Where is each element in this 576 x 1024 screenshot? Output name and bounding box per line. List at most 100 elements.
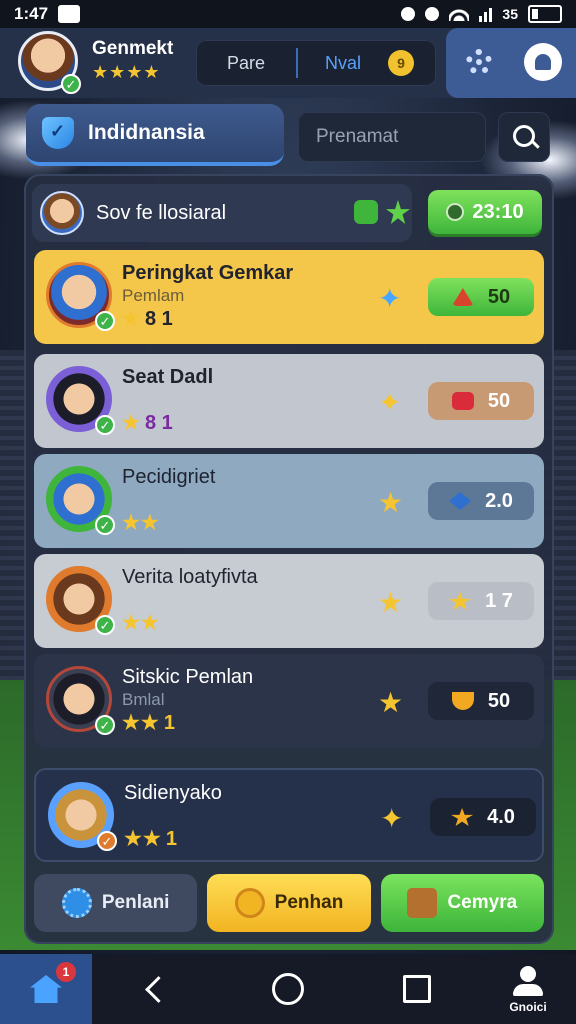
shield-icon <box>42 117 74 149</box>
recents-button[interactable] <box>382 954 452 1024</box>
list-item[interactable]: ✓ Sitskic Pemlan Bmlal ★★ 1 ★ 50 <box>34 654 544 748</box>
list-item[interactable]: ✓ Sidienyako ★★ 1 ✦ 4.0 <box>34 768 544 862</box>
score-value: 50 <box>487 689 511 712</box>
score-badge[interactable]: 50 <box>428 382 534 420</box>
score-value: 4.0 <box>487 805 515 828</box>
coin-icon[interactable]: 9 <box>388 50 414 76</box>
search-input[interactable] <box>314 125 488 149</box>
rank-icon <box>451 288 474 306</box>
favorite-icon[interactable]: ✦ <box>378 386 401 419</box>
favorite-icon[interactable]: ✦ <box>380 802 403 835</box>
user-stars: ★★★★ <box>92 62 161 82</box>
favorite-icon[interactable]: ★ <box>378 686 403 719</box>
timer-badge[interactable]: 23:10 <box>428 190 542 234</box>
home-circle-icon <box>272 973 304 1005</box>
penlani-button[interactable]: Penlani <box>34 874 198 932</box>
button-label: Penhan <box>274 892 344 913</box>
avatar: ✓ <box>46 666 115 735</box>
player-name: Seat Dadl <box>122 366 214 388</box>
avatar: ✓ <box>46 566 115 635</box>
status-time: 1:47 <box>14 4 49 23</box>
score-value: 1 7 <box>485 589 513 612</box>
score-badge[interactable]: 1 7 <box>428 582 534 620</box>
search-field[interactable] <box>298 112 488 162</box>
home-button[interactable] <box>253 954 323 1024</box>
wifi-icon <box>449 7 470 21</box>
list-item[interactable]: ✓ Seat Dadl ★ 8 1 ✦ 50 <box>34 354 544 448</box>
vpn-icon <box>401 7 416 21</box>
cemyra-button[interactable]: Cemyra <box>380 874 544 932</box>
avatar: ✓ <box>46 262 115 331</box>
profile-button[interactable] <box>524 43 562 81</box>
username: Genmekt <box>92 38 174 59</box>
settings-button[interactable] <box>461 44 497 80</box>
region-label: Indidnansia <box>88 121 205 144</box>
segment-pare[interactable]: Pare <box>196 53 296 74</box>
rating-stars: ★★ <box>124 828 162 850</box>
penhan-button[interactable]: Penhan <box>207 874 371 932</box>
account-label: Gnoici <box>509 1000 547 1014</box>
score-badge[interactable]: 50 <box>428 682 534 720</box>
player-name: Sidienyako <box>124 782 222 804</box>
avatar: ✓ <box>46 366 115 435</box>
player-rating: ★ 8 1 <box>122 410 173 435</box>
leaderboard-panel: Sov fe llosiaral 23:10 ✓ Peringkat Gemka… <box>24 174 554 944</box>
favorite-icon[interactable]: ★ <box>378 586 403 619</box>
rating-number: 1 <box>165 828 177 850</box>
player-name: Verita loatyfivta <box>122 566 258 588</box>
score-badge[interactable]: 2.0 <box>428 482 534 520</box>
bottom-actions: Penlani Penhan Cemyra <box>34 874 544 932</box>
user-avatar[interactable]: ✓ <box>18 31 81 94</box>
gift-icon <box>451 392 474 410</box>
mail-icon <box>58 5 81 23</box>
chest-icon <box>407 888 438 918</box>
rating-stars: ★ <box>122 412 141 434</box>
list-item[interactable]: ✓ Verita loatyfivta ★★ ★ 1 7 <box>34 554 544 648</box>
player-rating: ★ 8 1 <box>122 306 173 331</box>
account-tab[interactable]: Gnoici <box>496 960 560 1014</box>
search-button[interactable] <box>498 112 550 162</box>
profile-icon <box>535 54 551 70</box>
rating-stars: ★★ <box>122 512 160 534</box>
star-icon <box>386 200 410 224</box>
player-subtitle: Pemlam <box>122 286 185 305</box>
current-player-row[interactable]: Sov fe llosiaral <box>32 184 412 242</box>
search-icon <box>513 125 535 147</box>
verified-icon: ✓ <box>95 415 115 435</box>
favorite-icon[interactable]: ✦ <box>378 282 401 315</box>
battery-percent: 35 <box>502 6 518 22</box>
current-player-name: Sov fe llosiaral <box>96 202 227 224</box>
player-rating: ★★ <box>122 510 164 535</box>
segment-nval[interactable]: Nval <box>298 53 388 74</box>
score-badge[interactable]: 4.0 <box>430 798 536 836</box>
score-value: 2.0 <box>485 489 513 512</box>
score-value: 50 <box>487 285 511 308</box>
player-name: Pecidigriet <box>122 466 216 488</box>
player-rating: ★★ 1 <box>124 826 177 851</box>
rating-stars: ★★ <box>122 712 160 734</box>
gear-icon <box>466 49 492 75</box>
avatar: ✓ <box>48 782 117 851</box>
region-tab[interactable]: Indidnansia <box>26 104 284 166</box>
rating-number: 1 <box>163 712 175 734</box>
list-item[interactable]: ✓ Pecidigriet ★★ ★ 2.0 <box>34 454 544 548</box>
score-badge[interactable]: 50 <box>428 278 534 316</box>
back-button[interactable] <box>120 954 190 1024</box>
account-icon-body <box>513 984 543 996</box>
rating-stars: ★★ <box>122 612 160 634</box>
player-avatar <box>40 191 84 235</box>
recents-icon <box>403 975 431 1003</box>
button-label: Cemyra <box>447 892 518 913</box>
list-item[interactable]: ✓ Peringkat Gemkar Pemlam ★ 8 1 ✦ 50 <box>34 250 544 344</box>
favorite-icon[interactable]: ★ <box>378 486 403 519</box>
verified-icon: ✓ <box>61 74 81 94</box>
player-rating: ★★ <box>122 610 164 635</box>
rating-stars: ★ <box>122 308 141 330</box>
account-icon <box>520 966 536 982</box>
verified-icon: ✓ <box>95 615 115 635</box>
verified-icon: ✓ <box>95 515 115 535</box>
signal-icon <box>479 6 493 22</box>
verified-icon: ✓ <box>95 311 115 331</box>
home-tab[interactable]: 1 <box>0 954 92 1024</box>
notification-badge: 1 <box>56 962 76 982</box>
